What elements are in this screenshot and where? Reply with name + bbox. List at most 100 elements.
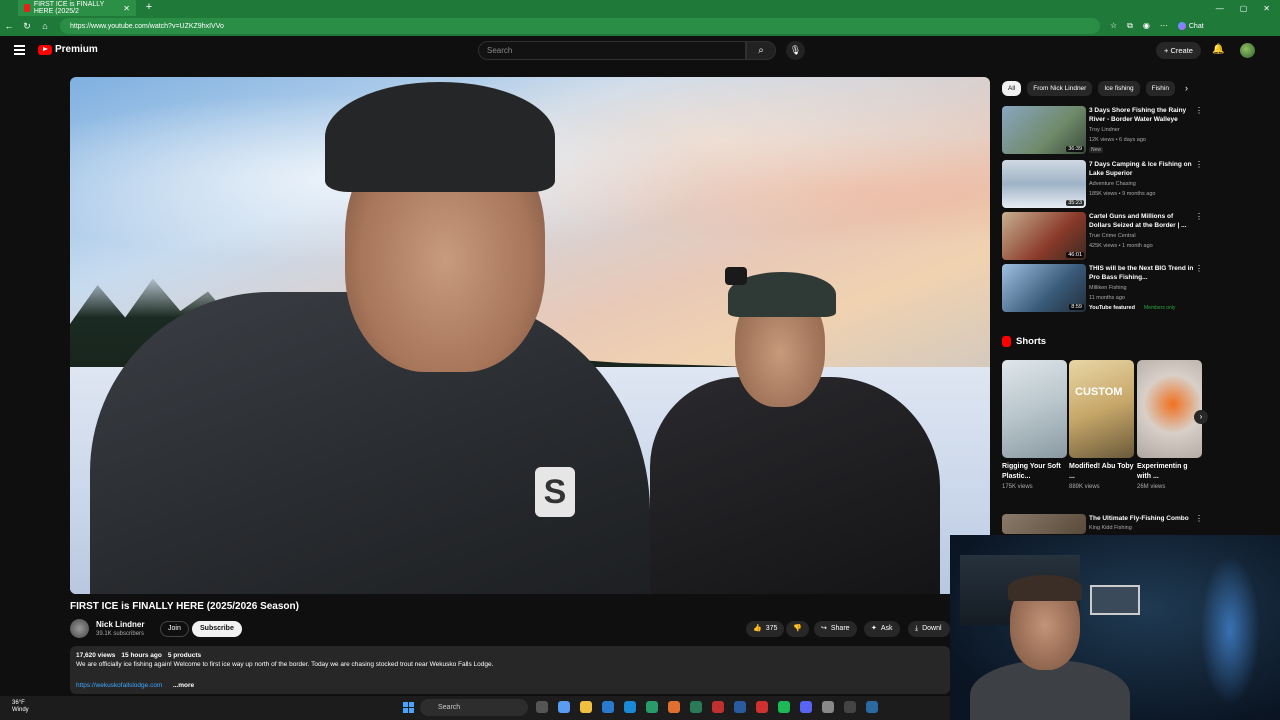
show-more-button[interactable]: ...more [173, 682, 194, 689]
short-views: 175K views [1002, 484, 1033, 490]
back-icon[interactable]: ← [0, 21, 18, 31]
spotify-icon[interactable] [778, 701, 790, 713]
menu-icon[interactable]: ⋯ [1160, 21, 1168, 31]
recommendation-channel[interactable]: Adventure Chasing [1089, 181, 1136, 187]
chevron-right-icon[interactable]: › [1185, 83, 1188, 93]
short-title[interactable]: Rigging Your Soft Plastic... [1002, 462, 1067, 482]
copilot-app-icon[interactable] [558, 701, 570, 713]
recommendation-item[interactable]: 46:01 Cartel Guns and Millions of Dollar… [1002, 212, 1203, 262]
short-thumbnail[interactable]: CUSTOM [1069, 360, 1134, 458]
file-explorer-icon[interactable] [580, 701, 592, 713]
voice-search-button[interactable]: 🎙 [786, 41, 805, 60]
recommendation-thumbnail[interactable]: 46:01 [1002, 212, 1086, 260]
notifications-bell-icon[interactable]: 🔔 [1212, 44, 1224, 55]
minimize-icon[interactable]: — [1216, 4, 1224, 13]
short-title[interactable]: Modified! Abu Toby ... [1069, 462, 1134, 482]
home-icon[interactable]: ⌂ [36, 21, 54, 31]
description-box[interactable]: 17,620 views 15 hours ago 5 products We … [70, 646, 950, 694]
recommendation-channel[interactable]: True Crime Central [1089, 233, 1136, 239]
channel-name[interactable]: Nick Lindner [96, 620, 144, 629]
youtube-favicon-icon [24, 4, 30, 12]
short-item[interactable]: Rigging Your Soft Plastic... 175K views [1002, 360, 1067, 490]
more-options-icon[interactable]: ⋮ [1195, 514, 1203, 523]
recommendation-title[interactable]: THIS will be the Next BIG Trend in Pro B… [1089, 264, 1194, 282]
more-options-icon[interactable]: ⋮ [1195, 212, 1203, 221]
close-window-icon[interactable]: ✕ [1263, 4, 1270, 13]
more-options-icon[interactable]: ⋮ [1195, 160, 1203, 169]
chip-fishing[interactable]: Fishin [1145, 81, 1175, 96]
recommendation-item[interactable]: The Ultimate Fly-Fishing Combo King Kidd… [1002, 514, 1203, 534]
app-icon[interactable] [734, 701, 746, 713]
recommendation-item[interactable]: 36:39 3 Days Shore Fishing the Rainy Riv… [1002, 106, 1203, 156]
thumbs-up-icon: 👍 [753, 625, 762, 632]
webcam-picture-frame [1090, 585, 1140, 615]
recommendation-thumbnail[interactable] [1002, 514, 1086, 534]
chip-from-channel[interactable]: From Nick Lindner [1027, 81, 1093, 96]
recommendation-item[interactable]: 35:23 7 Days Camping & Ice Fishing on La… [1002, 160, 1203, 210]
task-view-icon[interactable] [536, 701, 548, 713]
short-thumbnail[interactable] [1002, 360, 1067, 458]
recommendation-item[interactable]: 8:59 THIS will be the Next BIG Trend in … [1002, 264, 1203, 314]
url-field[interactable]: https://www.youtube.com/watch?v=UZKZ9hxI… [60, 18, 1100, 34]
acrobat-icon[interactable] [712, 701, 724, 713]
recommendation-title[interactable]: Cartel Guns and Millions of Dollars Seiz… [1089, 212, 1194, 230]
chip-all[interactable]: All [1002, 81, 1022, 96]
steam-icon[interactable] [866, 701, 878, 713]
app-icon[interactable] [822, 701, 834, 713]
taskbar-search[interactable]: Search [420, 699, 528, 716]
recommendation-thumbnail[interactable]: 36:39 [1002, 106, 1086, 154]
short-item[interactable]: CUSTOM Modified! Abu Toby ... 889K views [1069, 360, 1134, 490]
members-only-badge: Members only [1144, 305, 1176, 311]
create-button[interactable]: + Create [1156, 42, 1201, 59]
short-item[interactable]: Experimentin g with ... 26M views [1137, 360, 1202, 490]
download-button[interactable]: ⤓ Downl [908, 621, 950, 637]
recommendation-channel[interactable]: King Kidd Fishing [1089, 525, 1132, 531]
reload-icon[interactable]: ↻ [18, 21, 36, 32]
short-title[interactable]: Experimentin g with ... [1137, 462, 1202, 482]
edge-icon[interactable] [646, 701, 658, 713]
recommendation-title[interactable]: The Ultimate Fly-Fishing Combo [1089, 514, 1194, 523]
recommendation-channel[interactable]: Troy Lindner [1089, 127, 1120, 133]
youtube-logo[interactable]: Premium [38, 44, 98, 55]
app-icon[interactable] [756, 701, 768, 713]
join-button[interactable]: Join [160, 621, 189, 637]
bookmark-icon[interactable]: ☆ [1110, 21, 1117, 31]
maximize-icon[interactable]: ▢ [1240, 4, 1248, 13]
recommendation-thumbnail[interactable]: 35:23 [1002, 160, 1086, 208]
weather-widget[interactable]: 36°F Windy [12, 700, 29, 714]
discord-icon[interactable] [800, 701, 812, 713]
subscribe-button[interactable]: Subscribe [192, 621, 242, 637]
app-icon[interactable] [690, 701, 702, 713]
store-icon[interactable] [602, 701, 614, 713]
recommendation-title[interactable]: 7 Days Camping & Ice Fishing on Lake Sup… [1089, 160, 1194, 178]
chat-button[interactable]: Chat [1177, 22, 1204, 30]
shorts-next-icon[interactable]: › [1194, 410, 1208, 424]
channel-avatar[interactable] [70, 619, 89, 638]
app-icon[interactable] [844, 701, 856, 713]
profile-icon[interactable]: ◉ [1143, 21, 1150, 31]
account-avatar[interactable] [1240, 43, 1255, 58]
close-tab-icon[interactable]: ✕ [123, 4, 130, 13]
hamburger-menu-icon[interactable] [14, 45, 25, 55]
browser-tab[interactable]: FIRST ICE is FINALLY HERE (2025/2 ✕ [18, 0, 136, 16]
video-player[interactable]: S [70, 77, 990, 594]
dislike-button[interactable]: 👎 [786, 621, 809, 637]
recommendation-thumbnail[interactable]: 8:59 [1002, 264, 1086, 312]
recommendation-channel[interactable]: Milliken Fishing [1089, 285, 1127, 291]
more-options-icon[interactable]: ⋮ [1195, 264, 1203, 273]
mail-icon[interactable] [624, 701, 636, 713]
chip-ice-fishing[interactable]: Ice fishing [1098, 81, 1140, 96]
short-thumbnail[interactable] [1137, 360, 1202, 458]
recommendation-title[interactable]: 3 Days Shore Fishing the Rainy River - B… [1089, 106, 1194, 124]
search-input[interactable]: Search [478, 41, 746, 60]
share-button[interactable]: ↪ Share [814, 621, 857, 637]
like-button[interactable]: 👍 375 [746, 621, 785, 637]
extensions-icon[interactable]: ⧉ [1127, 21, 1133, 31]
search-button[interactable]: ⌕ [746, 41, 776, 60]
description-link[interactable]: https://wekuskofallslodge.com [76, 682, 162, 689]
new-tab-button[interactable]: + [142, 1, 156, 15]
ask-button[interactable]: ✦ Ask [864, 621, 900, 637]
firefox-icon[interactable] [668, 701, 680, 713]
more-options-icon[interactable]: ⋮ [1195, 106, 1203, 115]
start-button-icon[interactable] [403, 702, 414, 713]
